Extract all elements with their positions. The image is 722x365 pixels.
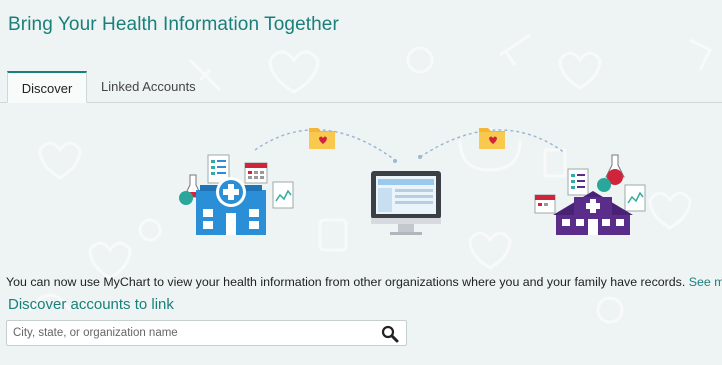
tab-bar: Discover Linked Accounts <box>0 71 722 103</box>
folder-heart-icon <box>309 128 335 149</box>
tab-linked-accounts[interactable]: Linked Accounts <box>89 71 208 102</box>
description-text: You can now use MyChart to view your hea… <box>6 275 686 289</box>
search-input[interactable] <box>7 321 389 345</box>
link-accounts-illustration <box>179 128 646 235</box>
search-box <box>6 320 407 346</box>
tab-discover[interactable]: Discover <box>7 71 87 103</box>
hospital-blue-icon <box>179 154 294 235</box>
page-title: Bring Your Health Information Together <box>8 14 339 35</box>
computer-monitor-icon <box>371 171 441 235</box>
folder-heart-icon <box>479 128 505 149</box>
see-more-link[interactable]: See more <box>689 275 722 289</box>
description: You can now use MyChart to view your hea… <box>6 275 722 289</box>
section-heading: Discover accounts to link <box>8 296 174 313</box>
hospital-purple-icon <box>534 154 646 235</box>
search-icon[interactable] <box>380 324 400 344</box>
